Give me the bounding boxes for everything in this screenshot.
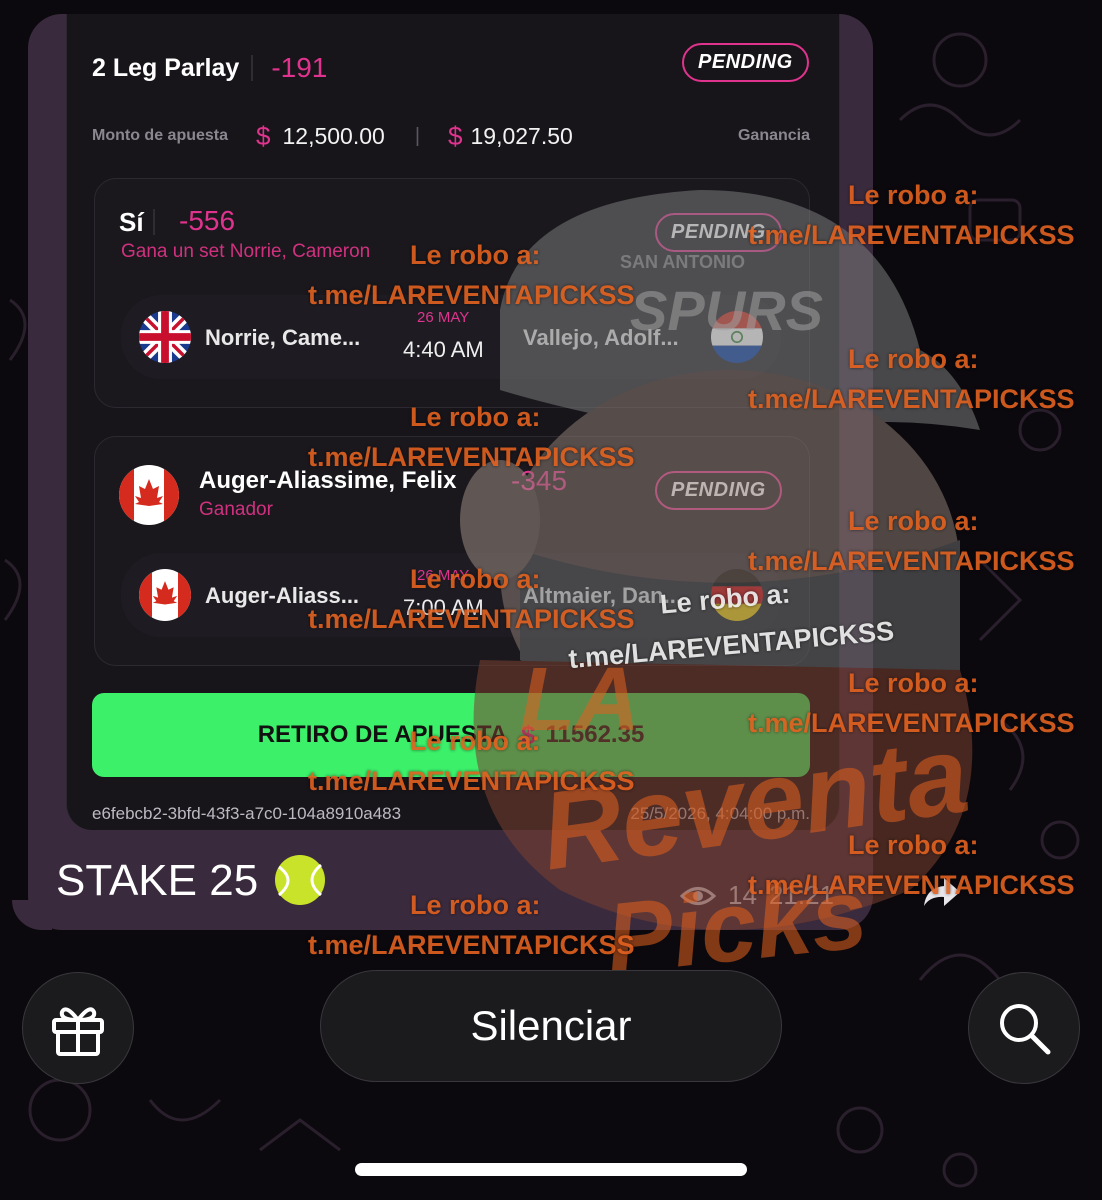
match-date: 26 MAY (417, 567, 470, 584)
parlay-leg-1: Sí -556 Gana un set Norrie, Cameron PEND… (94, 178, 810, 408)
view-count: 14 (728, 880, 757, 910)
message-time: 21:21 (768, 880, 834, 910)
home-player: Norrie, Came... (205, 325, 361, 350)
currency-symbol: $ (521, 719, 536, 750)
search-icon (1000, 1004, 1051, 1055)
home-indicator (355, 1163, 747, 1176)
stake-label: Monto de apuesta (92, 127, 229, 144)
gift-icon (52, 1007, 104, 1056)
mute-button[interactable]: Silenciar (320, 970, 782, 1082)
match-row: Auger-Aliass... 26 MAY 7:00 AM Altmaier,… (121, 553, 781, 637)
search-button[interactable] (968, 972, 1080, 1084)
home-player: Auger-Aliass... (205, 583, 360, 608)
currency-symbol: $ (256, 120, 271, 151)
gift-button[interactable] (22, 972, 134, 1084)
match-time: 7:00 AM (403, 595, 484, 620)
divider (153, 209, 155, 235)
bet-id: e6febcb2-3bfd-43f3-a7c0-104a8910a483 (92, 804, 402, 823)
paraguay-flag-icon (711, 311, 763, 363)
eye-icon (680, 886, 716, 905)
leg-odds: -345 (511, 465, 568, 496)
leg-pick: Auger-Aliassime, Felix (199, 467, 457, 494)
cashout-amount: 11562.35 (545, 721, 645, 748)
stake-amount: 12,500.00 (282, 122, 385, 149)
leg-status-badge: PENDING (655, 213, 782, 252)
divider: | (414, 124, 421, 147)
forward-icon[interactable] (920, 872, 964, 912)
leg-market: Gana un set Norrie, Cameron (121, 241, 371, 262)
germany-flag-icon (711, 569, 763, 621)
amount-row: Monto de apuesta $ 12,500.00 | $ 19,027.… (92, 118, 810, 154)
leg-market: Ganador (199, 499, 273, 520)
mute-label: Silenciar (470, 1002, 632, 1049)
uk-flag-icon (139, 311, 191, 363)
cashout-label: RETIRO DE APUESTA (257, 721, 508, 748)
tennis-ball-icon (275, 855, 325, 905)
parlay-title: 2 Leg Parlay (92, 53, 240, 82)
leg-status-badge: PENDING (655, 471, 782, 510)
parlay-status-badge: PENDING (682, 43, 809, 82)
parlay-header: 2 Leg Parlay -191 (92, 52, 327, 84)
away-player: Vallejo, Adolf... (523, 325, 679, 350)
canada-flag-icon (139, 569, 191, 621)
placed-at: 25/5/2026, 4:04:00 p.m. (630, 804, 810, 823)
currency-symbol: $ (448, 120, 463, 151)
divider (251, 55, 254, 81)
watermark-text: t.me/LAREVENTAPICKSS (308, 930, 635, 960)
leg-odds: -556 (179, 205, 236, 236)
message-caption: STAKE 25 (56, 856, 259, 905)
match-time: 4:40 AM (403, 337, 484, 362)
payout-label: Ganancia (737, 127, 810, 144)
message-meta: 14 21:21 (680, 880, 834, 911)
away-player: Altmaier, Dan... (523, 583, 682, 608)
match-row: Norrie, Came... 26 MAY 4:40 AM Vallejo, … (121, 295, 781, 379)
cashout-button[interactable]: RETIRO DE APUESTA $ 11562.35 (92, 693, 810, 777)
payout-amount: 19,027.50 (470, 122, 573, 149)
leg-pick: Sí (119, 207, 144, 237)
canada-flag-icon (119, 465, 179, 525)
parlay-odds: -191 (271, 52, 328, 83)
parlay-leg-2: Auger-Aliassime, Felix -345 Ganador PEND… (94, 436, 810, 666)
match-date: 26 MAY (417, 309, 470, 326)
